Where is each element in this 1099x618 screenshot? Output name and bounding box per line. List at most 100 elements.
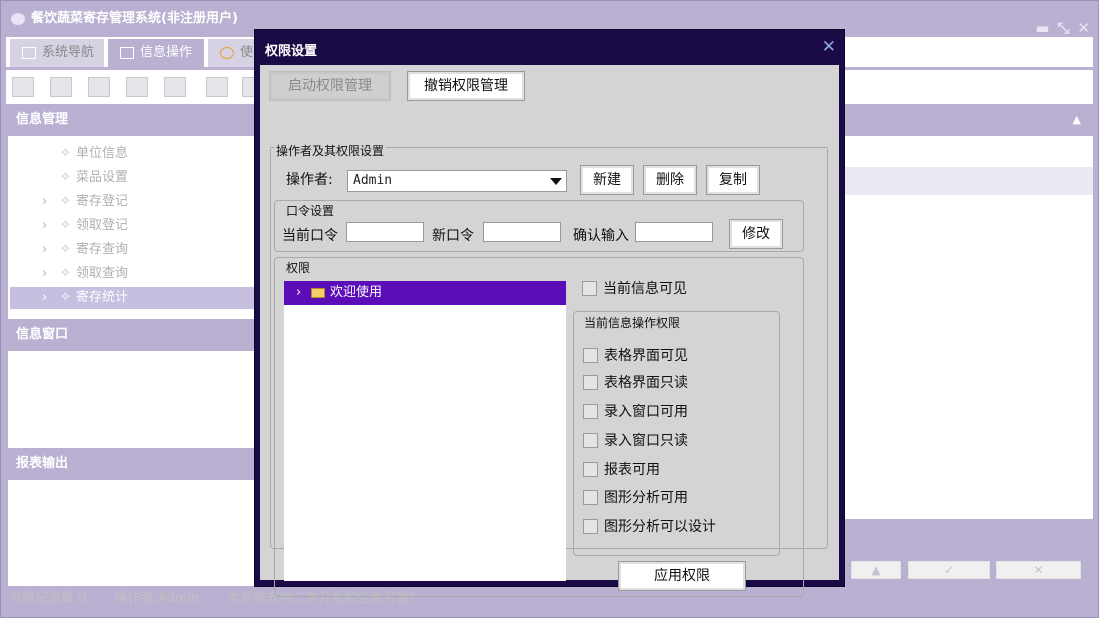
list-icon[interactable]: [50, 77, 72, 97]
current-password-input[interactable]: [346, 222, 424, 242]
chevron-right-icon: ›: [42, 242, 48, 257]
nav-item-deposit-stats[interactable]: › ✧ 寄存统计: [10, 287, 258, 309]
info-visible-checkbox[interactable]: 当前信息可见: [582, 279, 687, 299]
modify-button[interactable]: 修改: [729, 219, 783, 249]
operator-group-label: 操作者及其权限设置: [274, 142, 387, 159]
confirm-password-input[interactable]: [635, 222, 713, 242]
chart-enabled-checkbox[interactable]: 图形分析可用: [583, 488, 688, 508]
permission-tree[interactable]: › 欢迎使用: [284, 281, 566, 581]
export-icon[interactable]: [206, 77, 228, 97]
nav-label: 领取查询: [76, 266, 129, 281]
right-panel-header: ▲: [844, 104, 1093, 136]
nav-item-deposit-register[interactable]: › ✧ 寄存登记: [10, 191, 258, 213]
copy-button[interactable]: 复制: [706, 165, 760, 195]
checkbox-label: 图形分析可用: [604, 490, 688, 506]
grid-icon: [120, 47, 134, 59]
checkbox-label: 表格界面只读: [604, 375, 688, 391]
tab-label: 信息操作: [140, 45, 193, 60]
permission-dialog: 权限设置 ✕ 启动权限管理 撤销权限管理 操作者及其权限设置 操作者: Admi…: [254, 29, 845, 597]
new-password-label: 新口令: [432, 228, 474, 244]
checkbox-label: 图形分析可以设计: [604, 519, 716, 535]
info-window-body: [8, 351, 258, 441]
confirm-password-label: 确认输入: [573, 228, 629, 244]
window-icon[interactable]: [164, 77, 186, 97]
checkbox-box: [583, 490, 598, 505]
wand-icon: ✧: [60, 242, 71, 257]
nav-label: 单位信息: [76, 146, 129, 161]
checkbox-box: [583, 519, 598, 534]
new-button[interactable]: 新建: [580, 165, 634, 195]
tree-item-welcome[interactable]: › 欢迎使用: [284, 281, 566, 305]
new-password-input[interactable]: [483, 222, 561, 242]
grid-visible-checkbox[interactable]: 表格界面可见: [583, 346, 688, 366]
cancel-button[interactable]: ✕: [996, 561, 1081, 579]
checkbox-label: 当前信息可见: [603, 281, 687, 297]
dropdown-arrow-icon[interactable]: [550, 178, 562, 185]
report-enabled-checkbox[interactable]: 报表可用: [583, 460, 660, 480]
wand-icon: ✧: [60, 266, 71, 281]
apply-permission-button[interactable]: 应用权限: [618, 561, 746, 591]
delete-button[interactable]: 删除: [643, 165, 697, 195]
operator-status: 操作者:Admin: [114, 591, 200, 606]
wand-icon: ✧: [60, 218, 71, 233]
start-permission-button[interactable]: 启动权限管理: [269, 71, 391, 101]
document-icon[interactable]: [88, 77, 110, 97]
users-icon[interactable]: [126, 77, 148, 97]
wand-icon: ✧: [60, 170, 71, 185]
nav-label: 菜品设置: [76, 170, 129, 185]
operation-permission-label: 当前信息操作权限: [582, 314, 683, 331]
chevron-right-icon: ›: [42, 194, 48, 209]
operator-label: 操作者:: [286, 172, 333, 188]
chevron-right-icon[interactable]: ›: [296, 281, 301, 305]
wand-icon: ✧: [60, 146, 71, 161]
confirm-button[interactable]: ✓: [908, 561, 990, 579]
dialog-body: 启动权限管理 撤销权限管理 操作者及其权限设置 操作者: Admin 新建 删除…: [260, 65, 839, 597]
entry-readonly-checkbox[interactable]: 录入窗口只读: [583, 431, 688, 451]
nav-label: 领取登记: [76, 218, 129, 233]
revoke-permission-button[interactable]: 撤销权限管理: [407, 71, 525, 101]
nav-label: 寄存登记: [76, 194, 129, 209]
nav-label: 寄存查询: [76, 242, 129, 257]
close-icon[interactable]: ✕: [822, 37, 836, 57]
tab-label: 使: [240, 45, 254, 60]
wand-icon: ✧: [60, 194, 71, 209]
checkbox-box: [583, 348, 598, 363]
report-header[interactable]: 报表输出: [8, 448, 258, 480]
nav-item-dish-settings[interactable]: ✧ 菜品设置: [10, 167, 258, 189]
search-icon[interactable]: [12, 77, 34, 97]
info-window-header[interactable]: 信息窗口: [8, 319, 258, 351]
tab-info-ops[interactable]: 信息操作: [108, 39, 204, 67]
info-mgmt-header[interactable]: 信息管理: [8, 104, 258, 136]
app-logo-icon: [11, 13, 25, 25]
chart-design-checkbox[interactable]: 图形分析可以设计: [583, 517, 716, 537]
entry-enabled-checkbox[interactable]: 录入窗口可用: [583, 402, 688, 422]
table-row[interactable]: [844, 167, 1093, 195]
up-button[interactable]: ▲: [851, 561, 901, 579]
checkbox-box: [583, 462, 598, 477]
monitor-icon: [22, 47, 36, 59]
section-title: 信息管理: [16, 112, 69, 127]
section-title: 信息窗口: [16, 327, 69, 342]
tab-system-nav[interactable]: 系统导航: [10, 39, 104, 67]
app-title: 餐饮蔬菜寄存管理系统(非注册用户): [31, 11, 238, 26]
checkbox-label: 录入窗口只读: [604, 433, 688, 449]
checkbox-box: [583, 404, 598, 419]
collapse-icon[interactable]: ▲: [1073, 113, 1081, 126]
grid-readonly-checkbox[interactable]: 表格界面只读: [583, 373, 688, 393]
wand-icon: ✧: [60, 290, 71, 305]
dialog-title: 权限设置: [265, 44, 318, 59]
nav-item-pickup-query[interactable]: › ✧ 领取查询: [10, 263, 258, 285]
clock-icon: [220, 47, 234, 59]
folder-icon: [311, 288, 325, 298]
nav-item-deposit-query[interactable]: › ✧ 寄存查询: [10, 239, 258, 261]
operator-select[interactable]: Admin: [347, 170, 567, 192]
checkbox-box: [583, 433, 598, 448]
chevron-right-icon: ›: [42, 290, 48, 305]
password-group-label: 口令设置: [284, 202, 337, 219]
checkbox-box: [582, 281, 597, 296]
tab-label: 系统导航: [42, 45, 95, 60]
current-password-label: 当前口令: [282, 228, 338, 244]
nav-item-pickup-register[interactable]: › ✧ 领取登记: [10, 215, 258, 237]
left-panel: 信息管理 ✧ 单位信息 ✧ 菜品设置 › ✧ 寄存登记 › ✧ 领取登记 › ✧ 寄存查询 › ✧…: [8, 104, 258, 586]
nav-item-unit-info[interactable]: ✧ 单位信息: [10, 143, 258, 165]
